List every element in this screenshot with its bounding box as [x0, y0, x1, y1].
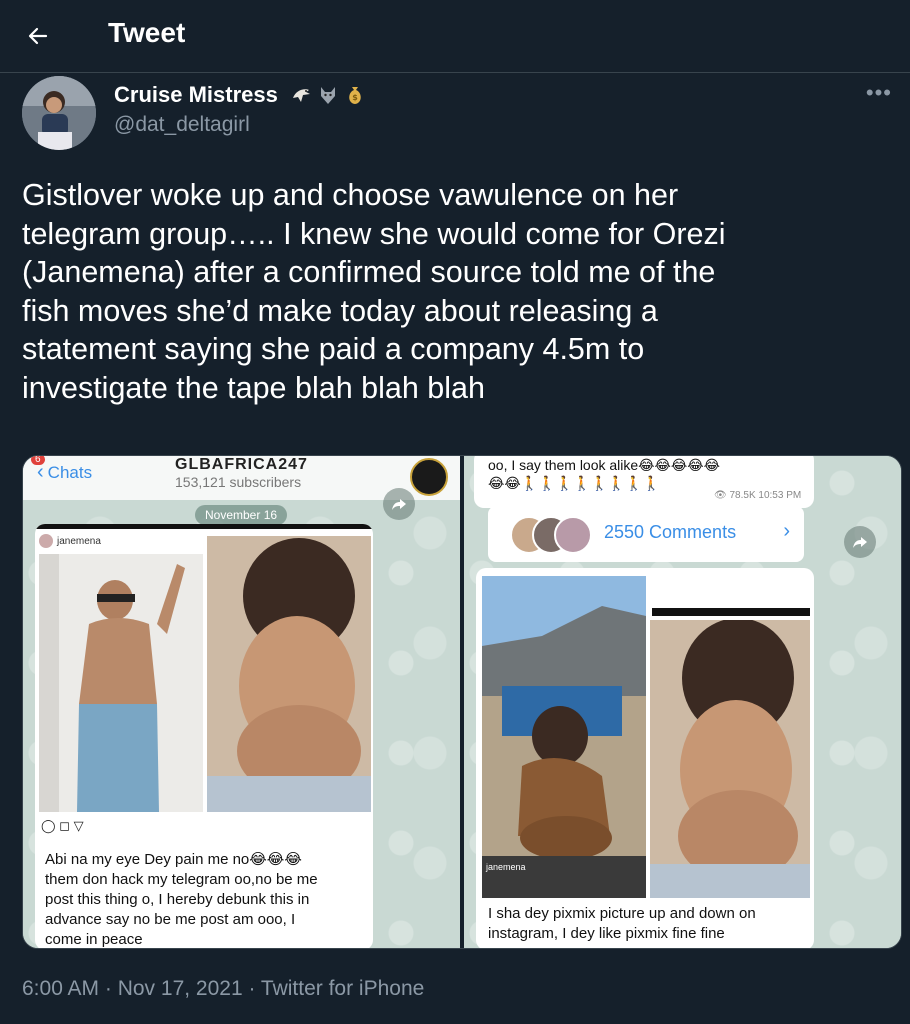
- caption-line: them don hack my telegram oo,no be me: [45, 871, 318, 888]
- views-meta: 👁 78.5K 10:53 PM: [714, 490, 801, 501]
- share-button: [383, 488, 415, 520]
- channel-logo: [410, 458, 448, 496]
- eye-icon: 👁: [714, 490, 727, 501]
- tweet-line: fish moves she’d make today about releas…: [22, 293, 658, 328]
- share-button: [844, 526, 876, 558]
- caption-line: Abi na my eye Dey pain me no😂😂😂: [45, 851, 302, 868]
- date-pill: November 16: [195, 505, 288, 525]
- author-handle[interactable]: @dat_deltagirl: [114, 113, 250, 137]
- message-card: janemena ◯ ◻ ▽ Abi na my eye Dey pain me…: [35, 524, 373, 948]
- unread-badge: 6: [31, 456, 45, 465]
- eagle-icon: [292, 89, 310, 102]
- ig-header: janemena: [39, 534, 101, 548]
- share-icon: [392, 499, 406, 510]
- views-meta-text: 78.5K 10:53 PM: [729, 490, 802, 501]
- channel-subscribers: 153,121 subscribers: [175, 474, 302, 490]
- tweet-line: (Janemena) after a confirmed source told…: [22, 255, 716, 289]
- caption-line: come in peace: [45, 931, 143, 948]
- media-image-left[interactable]: ‹ Chats 6 GLBAFRICA247 153,121 subscribe…: [23, 456, 460, 948]
- ig-avatar: [39, 534, 53, 548]
- chats-label: Chats: [47, 462, 93, 482]
- author-name-text: Cruise Mistress: [114, 82, 278, 107]
- share-icon: [853, 537, 867, 548]
- wolf-icon: [320, 87, 335, 104]
- caption-line: post this thing o, I hereby debunk this …: [45, 891, 310, 908]
- channel-title: GLBAFRICA247: [175, 456, 308, 473]
- ig-username: janemena: [57, 535, 101, 547]
- arrow-left-icon: [28, 27, 48, 45]
- photo-right: [207, 536, 371, 812]
- chats-back-button: ‹ Chats: [37, 461, 92, 484]
- money-bag-icon: $: [349, 87, 361, 104]
- photo-left: janemena: [482, 576, 646, 898]
- message-caption: Abi na my eye Dey pain me no😂😂😂 them don…: [45, 850, 318, 948]
- svg-text:$: $: [352, 93, 358, 102]
- message-card-top: oo, I say them look alike😂😂😂😂😂 😂😂🚶🚶🚶🚶🚶🚶🚶…: [474, 456, 814, 508]
- top-bar: Tweet: [0, 0, 910, 73]
- caption-line: advance say no be me post am ooo, I: [45, 911, 296, 928]
- ig-action-icons: ◯ ◻ ▽: [41, 818, 84, 833]
- back-button[interactable]: [20, 18, 56, 54]
- tweet-media[interactable]: ‹ Chats 6 GLBAFRICA247 153,121 subscribe…: [22, 455, 902, 949]
- caption-line: I sha dey pixmix picture up and down on: [488, 905, 756, 922]
- comment-avatars: [510, 516, 592, 554]
- message-card: janemena I sha dey pixmix picture up and…: [476, 568, 814, 948]
- tweet-text: Gistlover woke up and choose vawulence o…: [22, 176, 882, 407]
- tweet-line: investigate the tape blah blah blah: [22, 370, 485, 405]
- photo-left: [39, 554, 203, 812]
- tweet-line: Gistlover woke up and choose vawulence o…: [22, 178, 679, 212]
- media-image-right[interactable]: oo, I say them look alike😂😂😂😂😂 😂😂🚶🚶🚶🚶🚶🚶🚶…: [464, 456, 901, 948]
- more-options-button[interactable]: •••: [866, 80, 892, 106]
- avatar[interactable]: [22, 76, 96, 150]
- top-line: 😂😂🚶🚶🚶🚶🚶🚶🚶🚶: [488, 475, 661, 491]
- top-message-text: oo, I say them look alike😂😂😂😂😂 😂😂🚶🚶🚶🚶🚶🚶🚶…: [488, 456, 720, 492]
- author-name[interactable]: Cruise Mistress $: [114, 82, 366, 108]
- comments-bar: 2550 Comments ›: [488, 506, 804, 562]
- ig-username-overlay: janemena: [486, 862, 526, 872]
- comments-label: 2550 Comments: [604, 522, 737, 542]
- message-caption: I sha dey pixmix picture up and down on …: [488, 904, 756, 944]
- more-icon: •••: [865, 80, 892, 105]
- tweet-line: telegram group….. I knew she would come …: [22, 216, 726, 251]
- tweet-timestamp[interactable]: 6:00 AM · Nov 17, 2021 · Twitter for iPh…: [22, 977, 424, 1001]
- tweet-line: statement saying she paid a company 4.5m…: [22, 332, 645, 366]
- top-line: oo, I say them look alike😂😂😂😂😂: [488, 457, 720, 473]
- chevron-right-icon: ›: [783, 520, 790, 542]
- page-title: Tweet: [108, 17, 186, 48]
- photo-right: [650, 620, 810, 898]
- caption-line: instagram, I dey like pixmix fine fine: [488, 925, 725, 942]
